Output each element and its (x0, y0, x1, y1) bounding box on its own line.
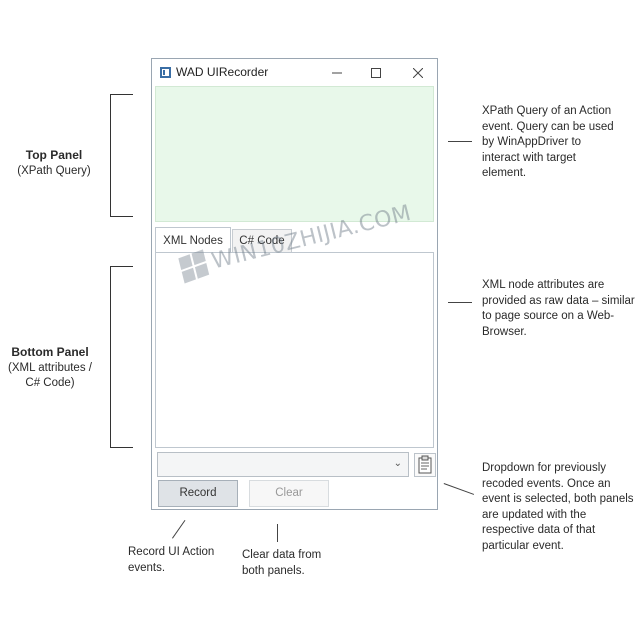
clear-button[interactable]: Clear (249, 480, 329, 507)
recorded-events-dropdown[interactable]: ⌄ (157, 452, 409, 477)
clear-note-leader (277, 524, 279, 542)
dropdown-note-line: respective data of that (482, 524, 596, 536)
dropdown-note-line: Dropdown for previously (482, 462, 607, 474)
maximize-button[interactable] (358, 59, 394, 86)
bottom-panel-annotation: Bottom Panel (XML attributes / C# Code) (2, 345, 98, 392)
xpath-note: XPath Query of an Action event. Query ca… (482, 104, 632, 182)
top-panel-sublabel: (XPath Query) (17, 164, 91, 177)
dropdown-note: Dropdown for previously recoded events. … (482, 461, 638, 554)
xml-note-line: to page source on a Web- (482, 310, 615, 322)
bottom-panel-sublabel-1: (XML attributes / (8, 361, 92, 374)
title-bar[interactable]: WAD UIRecorder (152, 59, 437, 86)
xml-attributes-panel[interactable] (155, 252, 434, 448)
bottom-panel-bracket (110, 266, 133, 448)
record-note-line: events. (128, 561, 166, 574)
xpath-note-line: by WinAppDriver to (482, 136, 582, 148)
xml-note-leader (448, 302, 472, 304)
minimize-icon (332, 72, 342, 73)
dropdown-note-line: are updated with the (482, 508, 587, 521)
xpath-note-leader (448, 141, 472, 143)
xpath-note-line: interact with target (482, 151, 576, 164)
top-panel-label: Top Panel (25, 148, 83, 162)
bottom-panel-label: Bottom Panel (11, 345, 89, 359)
record-note-leader (172, 519, 186, 539)
xml-note-line: provided as raw data – similar (482, 294, 635, 307)
close-button[interactable] (400, 59, 436, 86)
chevron-down-icon: ⌄ (393, 458, 402, 469)
dropdown-note-line: recoded events. Once an (482, 477, 611, 490)
clipboard-button[interactable] (414, 453, 436, 477)
record-note-line: Record UI Action (128, 546, 215, 558)
clipboard-icon (418, 455, 432, 474)
app-icon (160, 67, 171, 78)
bottom-panel-sublabel-2: C# Code) (25, 377, 75, 389)
dropdown-note-line: particular event. (482, 539, 564, 552)
dropdown-note-line: event is selected, both panels (482, 493, 634, 505)
maximize-icon (371, 67, 381, 78)
clear-note-line: Clear data from (242, 549, 322, 561)
close-icon (413, 67, 423, 78)
dropdown-note-leader (443, 483, 475, 496)
xpath-note-line: XPath Query of an Action (482, 105, 612, 117)
record-note: Record UI Action events. (128, 545, 238, 576)
xpath-query-panel[interactable] (155, 86, 434, 222)
top-panel-bracket (110, 94, 133, 217)
top-panel-annotation: Top Panel (XPath Query) (10, 148, 98, 179)
xml-note-line: XML node attributes are (482, 279, 605, 291)
uirecorder-window: WAD UIRecorder XML Nodes C# Code ⌄ Recor… (151, 58, 438, 510)
minimize-button[interactable] (319, 59, 355, 86)
xml-note: XML node attributes are provided as raw … (482, 278, 638, 340)
clear-note-line: both panels. (242, 564, 305, 577)
record-button[interactable]: Record (158, 480, 238, 507)
window-title: WAD UIRecorder (176, 65, 269, 79)
xml-note-line: Browser. (482, 325, 527, 338)
xpath-note-line: event. Query can be used (482, 120, 614, 133)
clear-note: Clear data from both panels. (242, 548, 352, 579)
xpath-note-line: element. (482, 167, 527, 179)
